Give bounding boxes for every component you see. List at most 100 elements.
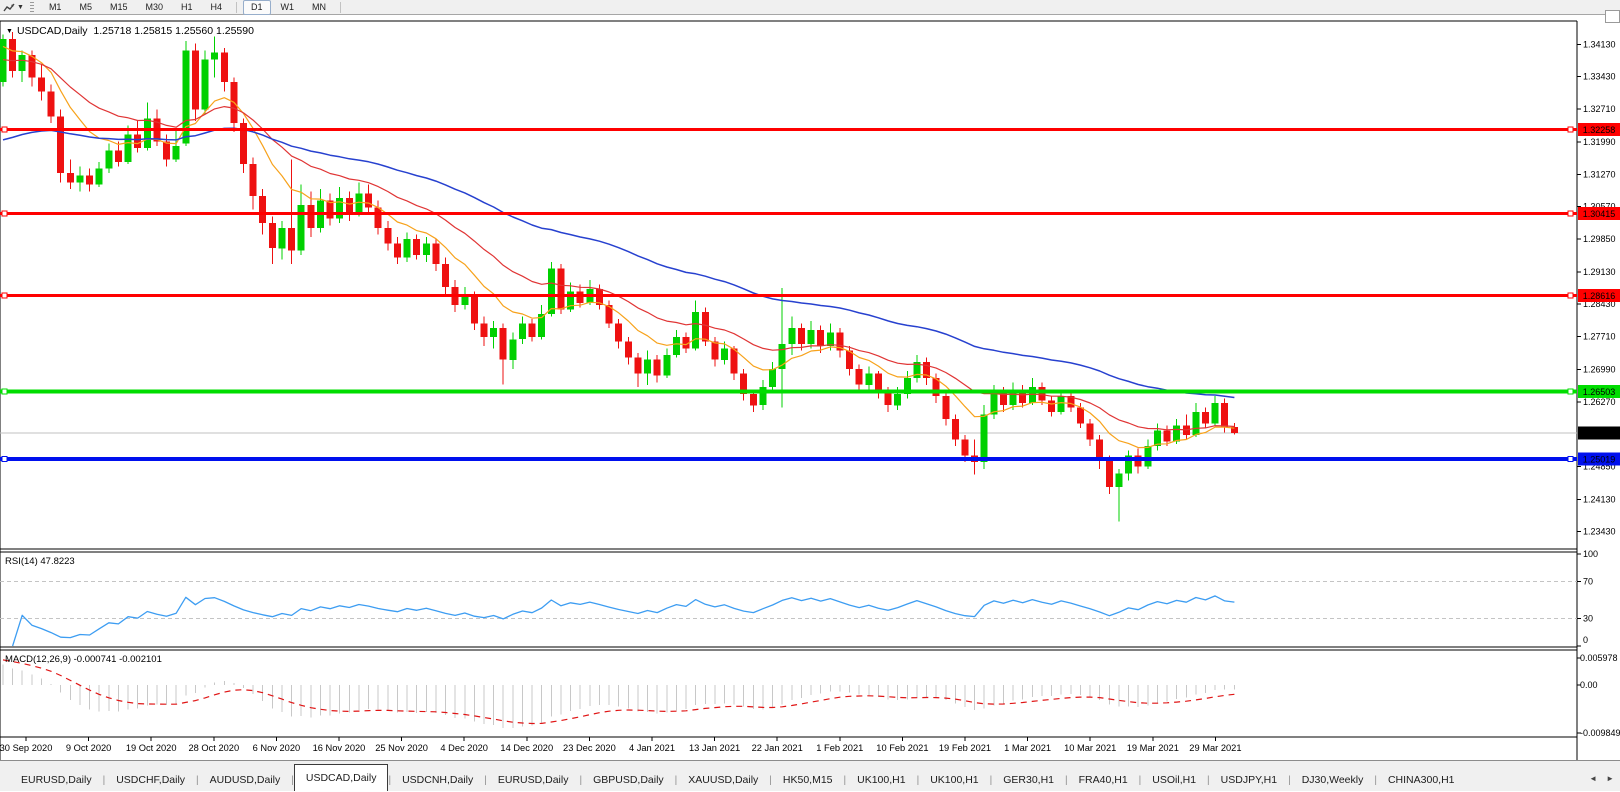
rsi-tick-label: 70	[1583, 577, 1593, 587]
candle-body	[18, 54, 26, 71]
rsi-tick-label: 0	[1583, 635, 1588, 645]
candle-body	[278, 227, 286, 249]
tab-usdchf-daily[interactable]: USDCHF,Daily	[105, 770, 196, 791]
candle-body	[1096, 439, 1104, 460]
candle-body	[1048, 400, 1056, 413]
macd-tick-label: 0.00	[1580, 680, 1598, 690]
candle-body	[422, 243, 430, 256]
candle-body	[499, 327, 507, 360]
date-tick-label: 25 Nov 2020	[375, 743, 428, 753]
date-tick-label: 29 Mar 2021	[1189, 743, 1241, 753]
candle-body	[345, 198, 353, 215]
tab-uk100-h1[interactable]: UK100,H1	[919, 770, 989, 791]
hline-handle[interactable]	[1567, 455, 1574, 462]
hline-handle[interactable]	[1, 126, 8, 133]
tab-usoil-h1[interactable]: USOil,H1	[1141, 770, 1207, 791]
rsi-value: 47.8223	[40, 556, 75, 567]
hline-handle[interactable]	[1567, 126, 1574, 133]
candle-body	[384, 227, 392, 244]
candle-body	[432, 243, 440, 265]
current-price-tag-label: 1.25590	[1583, 429, 1616, 439]
tabs-scroll-right-icon[interactable]: ►	[1606, 774, 1614, 783]
tab-hk50-m15[interactable]: HK50,M15	[772, 770, 844, 791]
candle-body	[393, 243, 401, 258]
candle-body	[470, 293, 478, 324]
hline-handle[interactable]	[1, 455, 8, 462]
macd-name: MACD(12,26,9)	[5, 654, 71, 665]
macd-tick-label: 0.005978	[1580, 653, 1618, 663]
candle-body	[268, 223, 276, 249]
hline-handle[interactable]	[1, 210, 8, 217]
date-tick-label: 19 Feb 2021	[939, 743, 991, 753]
tab-usdjpy-h1[interactable]: USDJPY,H1	[1210, 770, 1288, 791]
price-chart-canvas[interactable]: 1.341301.334301.327101.319901.312701.305…	[0, 0, 1620, 760]
candle-body	[442, 264, 449, 287]
tab-dj30-weekly[interactable]: DJ30,Weekly	[1291, 770, 1375, 791]
date-tick-label: 14 Dec 2020	[500, 743, 553, 753]
candle-body	[76, 175, 84, 183]
candle-body	[86, 175, 94, 185]
tab-eurusd-daily[interactable]: EURUSD,Daily	[10, 770, 103, 791]
tab-uk100-h1[interactable]: UK100,H1	[846, 770, 916, 791]
tabs-scroll-left-icon[interactable]: ◄	[1589, 774, 1597, 783]
tab-gbpusd-daily[interactable]: GBPUSD,Daily	[582, 770, 675, 791]
tab-usdcad-daily[interactable]: USDCAD,Daily	[293, 764, 389, 791]
candle-body	[1000, 391, 1007, 406]
hline-price-tag-label: 1.26503	[1583, 387, 1616, 397]
date-tick-label: 16 Nov 2020	[313, 743, 366, 753]
tab-usdcnh-daily[interactable]: USDCNH,Daily	[391, 770, 484, 791]
price-tick-label: 1.27710	[1583, 332, 1616, 342]
candle-body	[1086, 423, 1094, 440]
price-tick-label: 1.26990	[1583, 364, 1616, 374]
chart-symbol-period: USDCAD,Daily	[16, 25, 88, 37]
date-tick-label: 4 Jan 2021	[629, 743, 675, 753]
candle-body	[1202, 412, 1209, 424]
tab-fra40-h1[interactable]: FRA40,H1	[1068, 770, 1139, 791]
candle-body	[220, 52, 228, 83]
hline-handle[interactable]	[1567, 210, 1574, 217]
candle-body	[143, 118, 151, 149]
candle-body	[1173, 425, 1181, 442]
macd-indicator-label: MACD(12,26,9) -0.000741 -0.002101	[5, 654, 162, 665]
candle-body	[297, 205, 305, 251]
candle-body	[644, 359, 651, 374]
candle-body	[798, 327, 805, 344]
candle-body	[769, 368, 777, 387]
price-tick-label: 1.31270	[1583, 170, 1616, 180]
candle-body	[259, 195, 267, 224]
hline-handle[interactable]	[1, 292, 8, 299]
candlestick-series	[0, 32, 1238, 522]
macd-values: -0.000741 -0.002101	[73, 654, 162, 665]
candle-body	[211, 52, 219, 60]
price-tick-label: 1.29850	[1583, 234, 1616, 244]
candle-body	[1038, 387, 1046, 401]
candle-body	[874, 373, 882, 392]
price-tick-label: 1.24130	[1583, 494, 1616, 504]
date-tick-label: 9 Oct 2020	[66, 743, 111, 753]
hline-handle[interactable]	[1567, 292, 1574, 299]
tab-audusd-daily[interactable]: AUDUSD,Daily	[199, 770, 292, 791]
candle-body	[172, 145, 180, 160]
tab-ger30-h1[interactable]: GER30,H1	[992, 770, 1065, 791]
date-tick-label: 1 Mar 2021	[1004, 743, 1051, 753]
candle-body	[711, 341, 719, 360]
hline-price-tag-label: 1.32258	[1583, 125, 1616, 135]
candle-body	[1144, 446, 1152, 467]
candle-body	[653, 359, 661, 376]
candle-body	[855, 368, 863, 385]
tab-china300-h1[interactable]: CHINA300,H1	[1377, 770, 1466, 791]
candle-body	[519, 323, 526, 340]
tab-xauusd-daily[interactable]: XAUUSD,Daily	[677, 770, 769, 791]
price-tick-label: 1.23430	[1583, 526, 1616, 536]
candle-body	[201, 59, 209, 110]
candle-body	[663, 355, 671, 376]
candle-body	[403, 239, 411, 258]
tab-eurusd-daily[interactable]: EURUSD,Daily	[487, 770, 580, 791]
hline-handle[interactable]	[1, 388, 8, 395]
collapse-triangle-icon[interactable]: ▼	[6, 28, 13, 35]
rsi-line	[11, 595, 1235, 647]
chart-title: ▼ USDCAD,Daily 1.25718 1.25815 1.25560 1.…	[6, 25, 254, 37]
candle-body	[817, 330, 825, 347]
hline-price-tag-label: 1.30415	[1583, 209, 1616, 219]
hline-handle[interactable]	[1567, 388, 1574, 395]
